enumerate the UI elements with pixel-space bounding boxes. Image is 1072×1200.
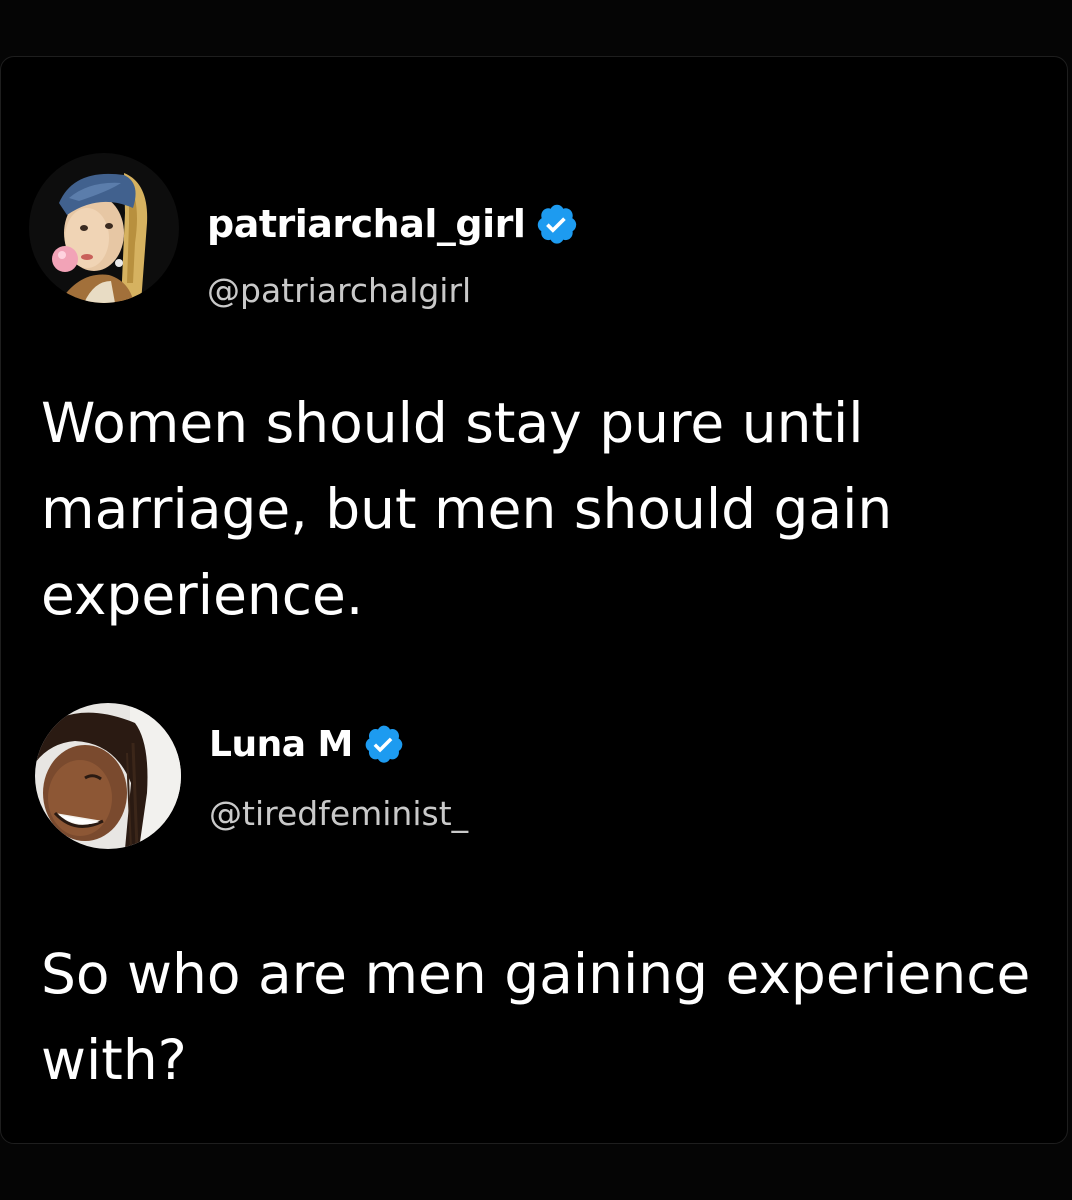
smiling-woman-avatar-icon xyxy=(35,703,181,849)
display-name[interactable]: patriarchal_girl xyxy=(207,202,526,246)
avatar[interactable] xyxy=(29,153,179,303)
post-text: So who are men gaining experience with? xyxy=(41,942,1031,1092)
verified-badge-icon xyxy=(538,204,577,244)
screenshot-card: patriarchal_girl @patriarchalgirl Women … xyxy=(0,56,1068,1144)
verified-badge-icon xyxy=(365,725,403,763)
post-text: Women should stay pure until marriage, b… xyxy=(41,391,893,627)
display-name-row[interactable]: Luna M xyxy=(209,723,405,765)
display-name-row[interactable]: patriarchal_girl xyxy=(207,202,579,246)
display-name[interactable]: Luna M xyxy=(209,724,353,765)
painting-avatar-icon xyxy=(29,153,179,303)
handle[interactable]: @tiredfeminist_ xyxy=(209,794,468,833)
avatar[interactable] xyxy=(35,703,181,849)
handle[interactable]: @patriarchalgirl xyxy=(207,271,471,310)
